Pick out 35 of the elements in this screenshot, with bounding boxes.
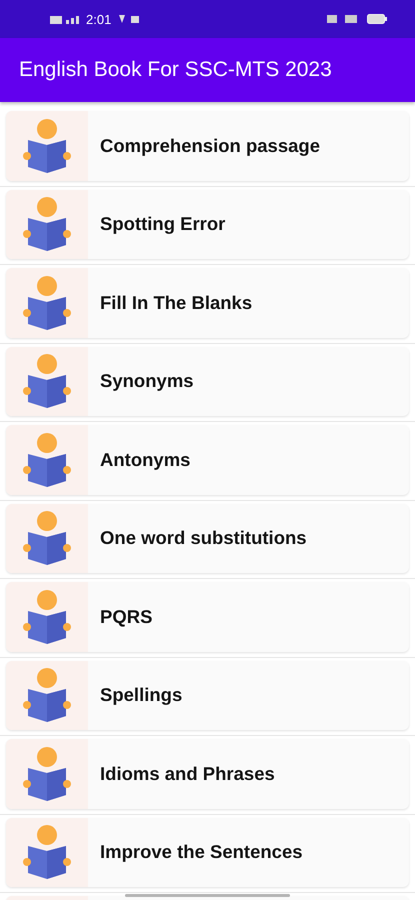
reading-person-icon (22, 353, 72, 410)
chapter-item[interactable]: One word substitutions (6, 504, 409, 573)
reading-person-icon (22, 196, 72, 252)
reading-person-icon (22, 274, 72, 331)
chapter-item[interactable]: Spotting Error (6, 190, 409, 259)
chapter-title: Spellings (100, 684, 182, 706)
reading-person-icon (22, 588, 72, 645)
reading-person-icon (22, 667, 72, 724)
reading-person-icon (22, 432, 72, 488)
chapter-item[interactable]: Spellings (6, 660, 409, 730)
chapter-item[interactable]: Synonyms (6, 346, 409, 416)
chapter-item[interactable]: Improve the Sentences (6, 818, 409, 887)
chapter-item[interactable]: PQRS (6, 582, 409, 652)
battery-icon (367, 14, 387, 24)
chapter-item[interactable]: Idioms and Phrases (6, 739, 409, 808)
chapter-title: Improve the Sentences (100, 841, 303, 864)
chapter-item[interactable]: Comprehension passage (6, 111, 409, 180)
reading-person-icon (22, 510, 72, 566)
chapter-title: Fill In The Blanks (100, 292, 252, 314)
chapter-title: Idioms and Phrases (100, 762, 275, 785)
chapter-item[interactable]: Antonyms (6, 425, 409, 494)
chapter-title: Synonyms (100, 370, 194, 392)
signal-icon (50, 14, 80, 24)
gesture-handle[interactable] (125, 894, 290, 897)
reading-person-icon (22, 824, 72, 880)
chapter-title: One word substitutions (100, 527, 307, 550)
chapter-title: PQRS (100, 606, 152, 628)
status-time: 2:01 (86, 12, 112, 26)
app-title: English Book For SSC-MTS 2023 (19, 58, 332, 82)
chapter-title: Antonyms (100, 448, 190, 471)
chapter-title: Comprehension passage (100, 134, 320, 157)
chapter-item[interactable]: Fill In The Blanks (6, 268, 409, 338)
reading-person-icon (22, 118, 72, 174)
chapter-title: Spotting Error (100, 213, 226, 236)
reading-person-icon (22, 746, 72, 802)
